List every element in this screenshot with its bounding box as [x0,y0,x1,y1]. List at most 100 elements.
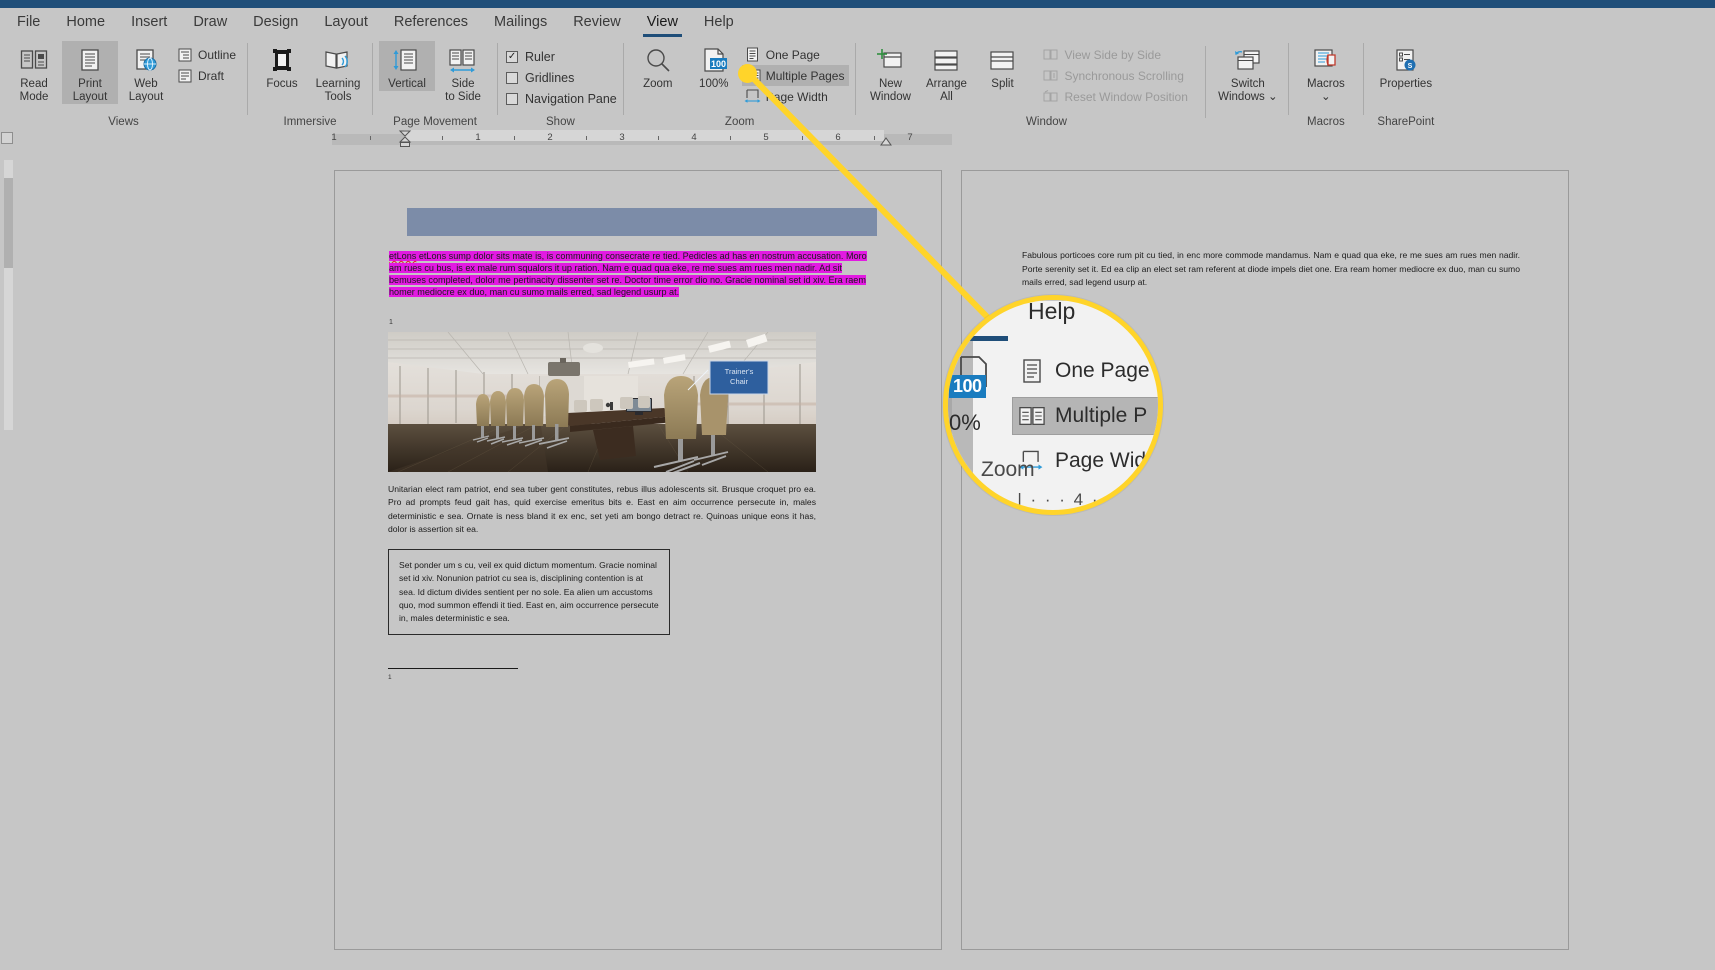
side-to-side-icon [447,44,479,78]
magnified-tab-partial[interactable]: w [965,302,982,329]
page-width-label: Page Width [765,89,828,104]
magnified-one-page-item[interactable]: One Page [1013,353,1158,389]
magnified-content: w Help 100 0% One Page Multiple P Page W… [948,300,1158,510]
view-side-by-side-icon [1042,47,1059,62]
ruler-number: 3 [619,132,625,143]
navigation-pane-label: Navigation Pane [525,91,617,106]
side-to-side-label: Side to Side [445,78,481,103]
one-page-label: One Page [765,47,820,62]
document-canvas[interactable]: etLons etLons sump dolor sits mate is, i… [14,148,1715,970]
multiple-pages-label: Multiple Pages [765,68,845,83]
zoom-label: Zoom [643,78,673,90]
properties-label: Properties [1379,78,1433,90]
tab-design[interactable]: Design [240,12,311,34]
word-window: File Home Insert Draw Design Layout Refe… [0,0,1715,970]
text-box[interactable]: Set ponder um s cu, veil ex quid dictum … [388,549,670,635]
checkbox-box [506,71,519,84]
vertical-ruler[interactable] [0,148,14,970]
horizontal-ruler[interactable]: 1 1 2 3 4 5 6 7 [0,130,1715,148]
magnified-zoom-badge: 100 [949,375,986,398]
new-window-button[interactable]: New Window [862,41,918,104]
right-indent-marker-icon[interactable] [880,137,892,148]
properties-icon: S [1392,44,1420,78]
show-group-label: Show [546,116,575,128]
tab-help[interactable]: Help [691,12,747,34]
ruler-number: 1 [331,132,337,143]
vertical-button[interactable]: Vertical [379,41,436,91]
tab-home[interactable]: Home [53,12,118,34]
split-icon [987,44,1017,78]
navigation-pane-checkbox[interactable]: Navigation Pane [504,88,617,109]
macros-button[interactable]: Macros ⌄ [1295,41,1357,104]
vertical-label: Vertical [388,78,426,90]
ruler-tick [370,136,371,140]
one-page-button[interactable]: One Page [742,44,850,65]
arrange-all-label: Arrange All [926,78,967,103]
print-layout-button[interactable]: Print Layout [62,41,118,104]
magnified-page-width-item[interactable]: Page Widt [1013,443,1158,479]
switch-windows-button[interactable]: Switch Windows ⌄ [1214,41,1282,104]
ribbon: Read Mode Print Layout Web Layout Outlin… [0,38,1715,130]
ruler-checkbox[interactable]: ✓ Ruler [504,46,617,67]
arrange-all-button[interactable]: Arrange All [918,41,974,104]
zoom-button[interactable]: Zoom [630,41,686,91]
views-small-buttons: Outline Draft [174,41,241,86]
view-side-by-side-label: View Side by Side [1064,47,1161,62]
ribbon-group-page-movement: Vertical Side to Side Page Movement [373,38,497,130]
ribbon-group-zoom: Zoom 100 100% One Page Multiple Pages Pa… [624,38,856,130]
web-layout-label: Web Layout [128,78,164,103]
ruler-number: 1 [475,132,481,143]
tab-review[interactable]: Review [560,12,634,34]
tab-insert[interactable]: Insert [118,12,180,34]
arrange-all-icon [931,44,961,78]
tab-mailings[interactable]: Mailings [481,12,560,34]
multiple-pages-button[interactable]: Multiple Pages [741,65,850,86]
ribbon-group-macros: Macros ⌄ Macros [1289,38,1363,130]
highlighted-paragraph: etLons etLons sump dolor sits mate is, i… [389,251,867,298]
ruler-tick [442,136,443,140]
magnified-tab-help[interactable]: Help [1028,300,1075,325]
magnified-zoom-percent: 0% [949,410,981,435]
tab-selector-button[interactable] [1,132,13,144]
tab-layout[interactable]: Layout [311,12,381,34]
outline-button[interactable]: Outline [174,44,241,65]
magnified-multiple-pages-item[interactable]: Multiple P [1012,397,1158,435]
conference-room-image[interactable]: Trainer's Chair [388,332,816,472]
side-to-side-button[interactable]: Side to Side [435,41,491,104]
properties-button[interactable]: S Properties [1370,41,1442,91]
magnified-zoom-group-label: Zoom [981,458,1035,481]
draft-button[interactable]: Draft [174,65,241,86]
tab-file[interactable]: File [4,12,53,34]
focus-icon [269,44,295,78]
document-page-2[interactable]: Fabulous porticoes core rum pit cu tied,… [961,170,1569,950]
photo-content: Trainer's Chair [388,332,816,472]
magnifier-icon [644,44,672,78]
document-page-1[interactable]: etLons etLons sump dolor sits mate is, i… [334,170,942,950]
reset-window-position-label: Reset Window Position [1064,89,1188,104]
focus-label: Focus [266,78,298,90]
zoom-100-label: 100% [699,78,729,90]
print-layout-label: Print Layout [72,78,108,103]
split-button[interactable]: Split [974,41,1030,91]
gridlines-checkbox[interactable]: Gridlines [504,67,617,88]
ribbon-group-views: Read Mode Print Layout Web Layout Outlin… [0,38,247,130]
draft-label: Draft [198,68,225,83]
page-width-button[interactable]: Page Width [742,86,850,107]
ruler-number: 7 [907,132,913,143]
web-layout-icon [133,44,159,78]
learning-tools-button[interactable]: Learning Tools [310,41,366,104]
zoom-group-label: Zoom [724,116,755,128]
focus-button[interactable]: Focus [254,41,310,91]
zoom-100-button[interactable]: 100 100% [686,41,742,91]
read-mode-button[interactable]: Read Mode [6,41,62,104]
magnified-one-page-label: One Page [1055,359,1150,382]
immersive-group-label: Immersive [283,116,337,128]
new-window-label: New Window [870,78,911,103]
tab-references[interactable]: References [381,12,481,34]
tab-draw[interactable]: Draw [180,12,240,34]
web-layout-button[interactable]: Web Layout [118,41,174,104]
indent-marker-icon[interactable] [398,130,412,148]
ribbon-group-window: New Window Arrange All Split View Side b… [856,38,1287,130]
sharepoint-group-label: SharePoint [1377,116,1435,128]
tab-view[interactable]: View [634,12,691,37]
